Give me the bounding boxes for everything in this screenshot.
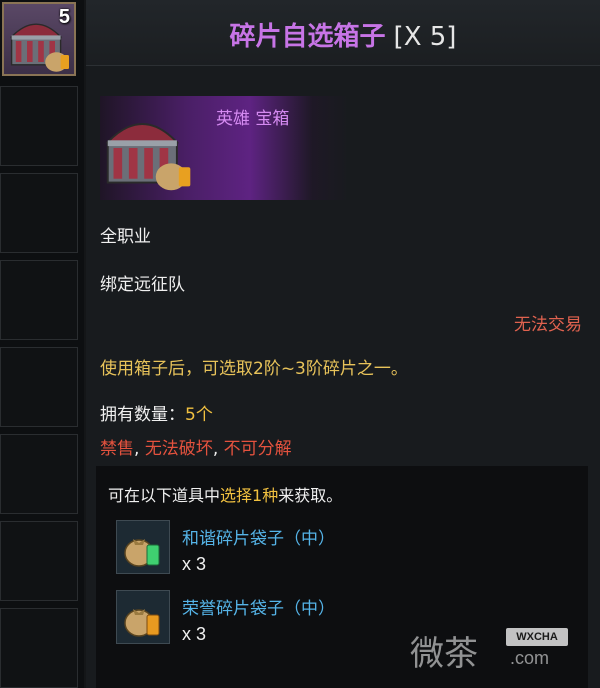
owned-count-label: 拥有数量： [100,405,185,425]
harmony-shard-bag-icon [116,520,170,574]
item-title: 碎片自选箱子 [X 5] [86,16,600,53]
inventory-slot[interactable] [0,434,78,514]
inventory-slot[interactable] [0,347,78,427]
inventory-slot-selected[interactable]: 5 [2,2,76,76]
inventory-slot[interactable] [0,173,78,253]
treasure-chest-icon [105,123,191,191]
restriction-separator: , [134,439,145,459]
binding-status: 绑定远征队 [100,275,185,295]
owned-count-value: 5个 [185,405,213,425]
class-restriction: 全职业 [100,227,151,247]
site-watermark: 微茶 WXCHA .com [410,624,580,674]
restriction-no-destroy: 无法破坏 [144,439,213,459]
inventory-slot[interactable] [0,86,78,166]
honor-shard-bag-icon [116,590,170,644]
item-stack-count: 5 [58,6,70,28]
restriction-no-sell: 禁售 [100,439,134,459]
reward-option-quantity: x 3 [182,624,207,644]
inventory-slot[interactable] [0,521,78,601]
item-description: 使用箱子后，可选取2阶~3阶碎片之一。 [100,359,408,379]
item-name: 碎片自选箱子 [229,22,386,52]
reward-option-name: 荣誉碎片袋子（中） [182,599,335,619]
trade-status: 无法交易 [514,315,582,335]
inventory-slot[interactable] [0,608,78,688]
watermark-text: 微茶 [410,634,478,674]
inventory-slot[interactable] [0,260,78,340]
item-restrictions: 禁售, 无法破坏, 不可分解 [100,434,292,459]
item-tooltip-panel: 碎片自选箱子 [X 5] 英雄 宝箱 全职业 绑定远征队 无法交易 使用箱子后，可… [86,0,600,688]
owned-count: 拥有数量：5个 [100,400,213,425]
watermark-domain: .com [510,648,550,668]
choose-prefix: 可在以下道具中 [108,486,221,505]
inventory-column: 5 [0,0,84,688]
watermark-badge: WXCHA [506,628,568,646]
restriction-no-dismantle: 不可分解 [223,439,292,459]
choose-suffix: 来获取。 [278,486,343,505]
item-preview: 英雄 宝箱 [100,96,350,200]
item-grade-label: 英雄 宝箱 [216,109,290,129]
choose-highlight: 选择1种 [220,486,279,505]
reward-option-quantity: x 3 [182,554,207,574]
restriction-separator: , [212,439,224,459]
choose-instruction: 可在以下道具中选择1种来获取。 [108,482,342,506]
reward-option[interactable]: 和谐碎片袋子（中） x 3 [116,520,576,580]
tooltip-title-bar: 碎片自选箱子 [X 5] [86,0,600,66]
item-title-quantity: [X 5] [393,22,457,52]
reward-option-name: 和谐碎片袋子（中） [182,529,335,549]
